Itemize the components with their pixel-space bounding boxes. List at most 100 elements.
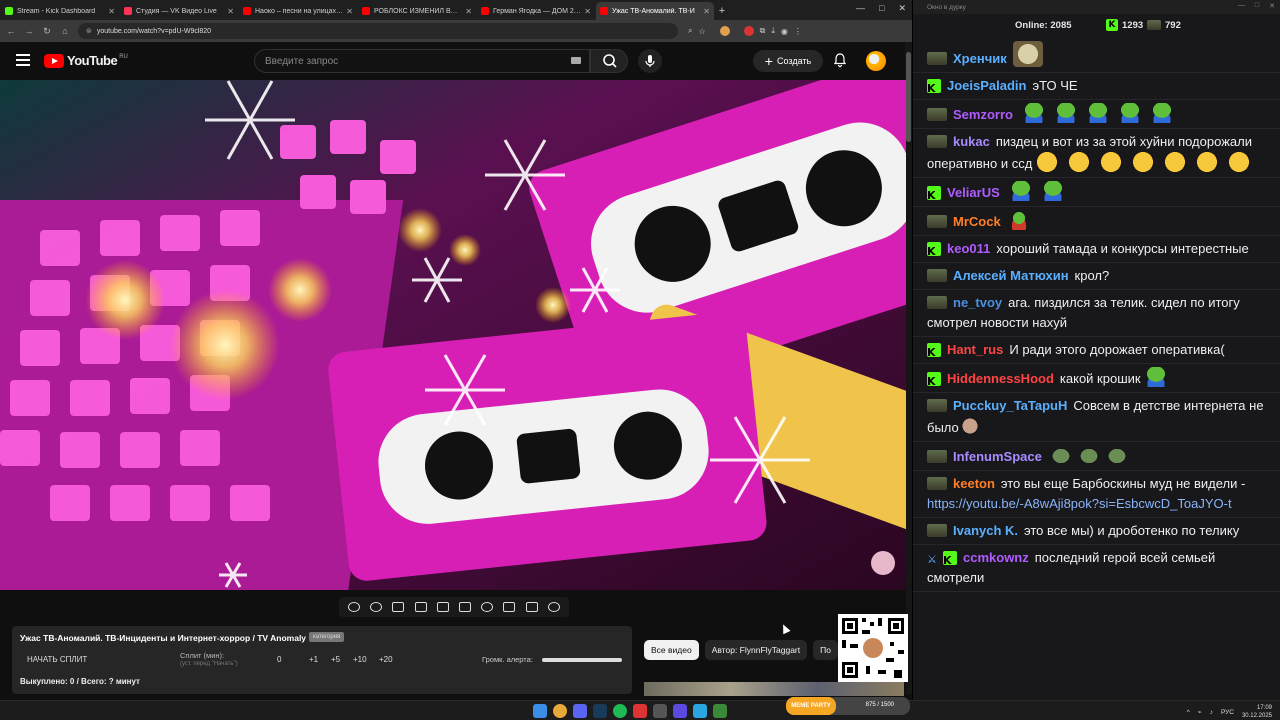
notifications-bell-icon[interactable] <box>832 52 848 68</box>
app-icon[interactable] <box>713 704 727 718</box>
chat-username[interactable]: kukac <box>953 134 990 149</box>
settings-gear-icon[interactable] <box>547 602 560 612</box>
speed-icon[interactable] <box>481 602 494 612</box>
maximize-icon[interactable]: □ <box>1255 2 1259 10</box>
browser-tab[interactable]: Герман Ягодка — ДОМ 2 и ак ✕ <box>477 2 595 20</box>
minimize-icon[interactable]: — <box>1238 2 1245 10</box>
chat-username[interactable]: JoeisPaladin <box>947 78 1026 93</box>
browser-tab[interactable]: Stream - Kick Dashboard ✕ <box>1 2 119 20</box>
extension-icon[interactable] <box>743 26 754 36</box>
app-icon[interactable] <box>653 704 667 718</box>
film-icon[interactable] <box>414 602 427 612</box>
channel-watermark[interactable] <box>871 551 895 575</box>
browser-tab[interactable]: Наоко – песни на улицах: арс ✕ <box>239 2 357 20</box>
add-10-button[interactable]: +10 <box>353 655 367 664</box>
chrome-icon[interactable] <box>553 704 567 718</box>
keyboard-icon[interactable] <box>571 57 581 64</box>
chat-username[interactable]: keo011 <box>947 241 990 256</box>
minimize-icon[interactable]: — <box>856 3 865 14</box>
extensions-puzzle-icon[interactable]: ⧉ <box>760 26 766 36</box>
filter-chip[interactable]: Автор: FlynnFlyTaggart <box>704 640 808 660</box>
chat-username[interactable]: ccmkownz <box>963 550 1029 565</box>
home-icon[interactable]: ⌂ <box>58 26 72 36</box>
url-field[interactable]: ⊜ youtube.com/watch?v=pdU-W9cl820 <box>78 23 678 39</box>
extension-icon[interactable] <box>719 26 730 36</box>
forward-icon[interactable]: → <box>22 26 36 36</box>
chat-username[interactable]: Pucckuy_TaTapuH <box>953 398 1067 413</box>
profile-icon[interactable]: ◉ <box>781 27 788 36</box>
screenshot-icon[interactable] <box>525 602 538 612</box>
add-clip-icon[interactable] <box>503 602 516 612</box>
network-icon[interactable]: ⌁ <box>1198 708 1202 716</box>
tab-close-icon[interactable]: ✕ <box>703 7 710 16</box>
chat-username[interactable]: Алексей Матюхин <box>953 268 1069 283</box>
chat-username[interactable]: ne_tvoy <box>953 295 1002 310</box>
clock[interactable]: 17:09 30.12.2025 <box>1242 704 1272 720</box>
start-split-button[interactable]: НАЧАТЬ СПЛИТ <box>27 655 87 664</box>
tab-close-icon[interactable]: ✕ <box>346 7 353 16</box>
browser-tab[interactable]: РОБЛОКС ИЗМЕНИЛ ВСЮ МО✕ <box>358 2 476 20</box>
tab-close-icon[interactable]: ✕ <box>584 7 591 16</box>
add-20-button[interactable]: +20 <box>379 655 393 664</box>
maximize-icon[interactable]: □ <box>879 3 884 14</box>
app-icon[interactable] <box>673 704 687 718</box>
meme-party-widget[interactable]: MEME PARTY 875 / 1500 <box>786 697 910 715</box>
reload-icon[interactable]: ↻ <box>40 26 54 37</box>
browser-tab[interactable]: Студия — VK Видео Live ✕ <box>120 2 238 20</box>
chat-username[interactable]: VeliarUS <box>947 185 1000 200</box>
add-1-button[interactable]: +1 <box>309 655 318 664</box>
browser-tab[interactable]: Ужас ТВ-Аномалий. ТВ-И ✕ <box>596 2 714 20</box>
tab-close-icon[interactable]: ✕ <box>108 7 115 16</box>
obs-icon[interactable] <box>633 704 647 718</box>
chat-link[interactable]: https://youtu.be/-A8wAji8pok?si=EsbcwcD_… <box>927 496 1232 511</box>
page-scrollbar[interactable] <box>905 42 912 694</box>
voice-search-button[interactable] <box>638 49 662 73</box>
chat-username[interactable]: HiddennessHood <box>947 371 1054 386</box>
chat-username[interactable]: keeton <box>953 476 995 491</box>
filter-chip[interactable]: Все видео <box>644 640 699 660</box>
chat-username[interactable]: Hant_rus <box>947 342 1003 357</box>
chat-username[interactable]: Хренчик <box>953 51 1007 66</box>
video-player[interactable] <box>0 80 906 590</box>
create-button[interactable]: + Создать <box>753 50 823 72</box>
search-button[interactable] <box>590 49 628 73</box>
loop-icon[interactable] <box>348 602 361 612</box>
menu-dots-icon[interactable]: ⋮ <box>794 27 802 36</box>
telegram-icon[interactable] <box>693 704 707 718</box>
alert-volume-slider[interactable] <box>542 658 622 662</box>
close-icon[interactable]: ✕ <box>898 3 906 14</box>
search-input[interactable]: Введите запрос <box>254 49 590 73</box>
spotify-icon[interactable] <box>613 704 627 718</box>
add-5-button[interactable]: +5 <box>331 655 340 664</box>
volume-icon[interactable]: ♪ <box>1210 709 1213 716</box>
back-icon[interactable]: ← <box>4 26 18 36</box>
download-icon[interactable]: ⤓ <box>771 26 775 36</box>
site-info-icon[interactable]: ⊜ <box>86 27 92 35</box>
zoom-icon[interactable]: ⌕ <box>688 26 692 36</box>
close-icon[interactable]: ✕ <box>1269 2 1275 10</box>
related-video-thumbnail[interactable] <box>644 682 904 696</box>
filter-chip[interactable]: По <box>813 640 838 660</box>
tab-close-icon[interactable]: ✕ <box>465 7 472 16</box>
discord-icon[interactable] <box>573 704 587 718</box>
tab-close-icon[interactable]: ✕ <box>227 7 234 16</box>
new-tab-button[interactable]: + <box>714 2 730 20</box>
watch-later-icon[interactable] <box>392 602 405 612</box>
chat-username[interactable]: MrCock <box>953 214 1001 229</box>
viewer-stats: Online: 2085 K 1293 792 <box>913 14 1280 36</box>
cinema-icon[interactable] <box>459 602 472 612</box>
tray-chevron-icon[interactable]: ^ <box>1187 709 1190 716</box>
steam-icon[interactable] <box>593 704 607 718</box>
chat-username[interactable]: Ivanych K. <box>953 523 1018 538</box>
menu-icon[interactable] <box>16 54 30 66</box>
start-icon[interactable] <box>533 704 547 718</box>
chat-username[interactable]: Semzorro <box>953 107 1013 122</box>
bookmark-icon[interactable]: ☆ <box>698 27 705 36</box>
youtube-logo[interactable]: YouTube RU <box>44 53 128 68</box>
scrollbar-thumb[interactable] <box>906 52 911 142</box>
chat-username[interactable]: InfenumSpace <box>953 449 1042 464</box>
picture-in-picture-icon[interactable] <box>436 602 449 612</box>
broadcast-icon[interactable] <box>370 602 383 612</box>
language-indicator[interactable]: РУС <box>1221 709 1234 716</box>
account-avatar[interactable] <box>866 51 886 71</box>
